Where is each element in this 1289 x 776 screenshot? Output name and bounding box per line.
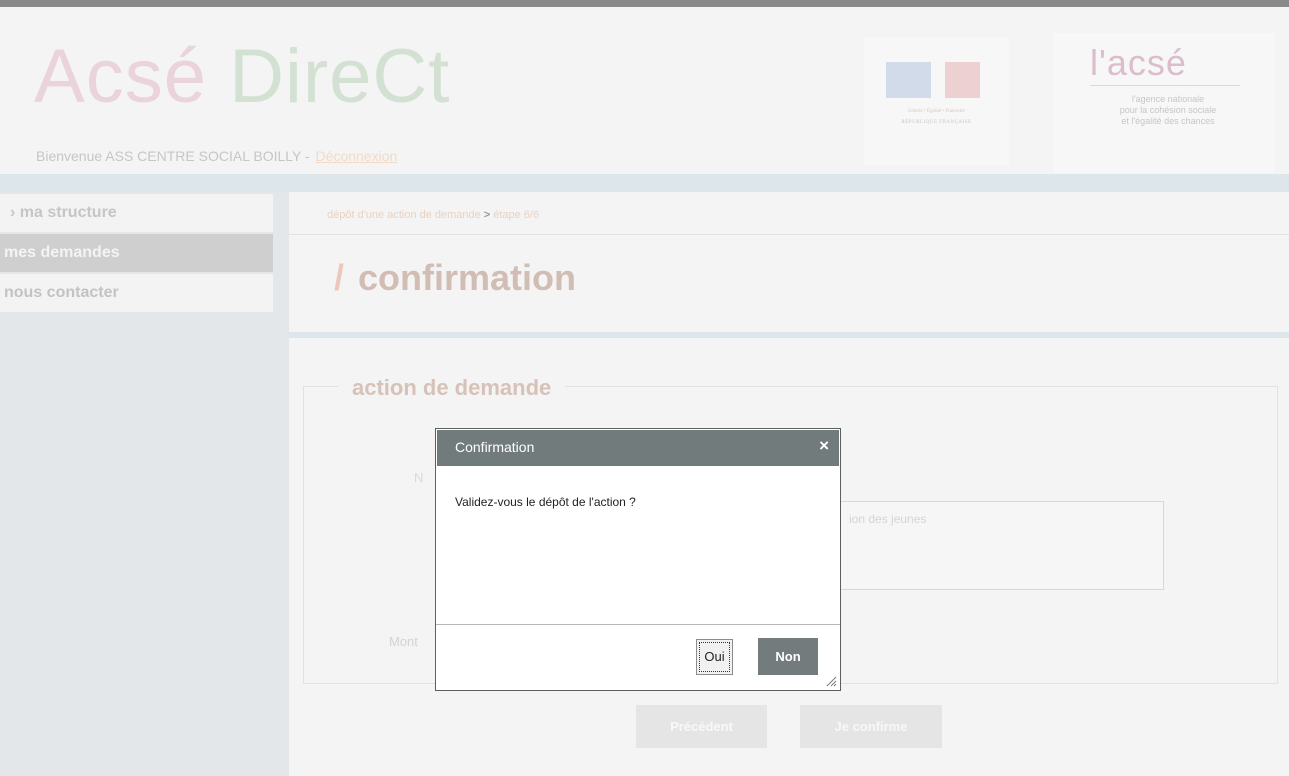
confirm-button[interactable]: Je confirme bbox=[800, 705, 942, 748]
field-label: N bbox=[414, 470, 424, 485]
non-button[interactable]: Non bbox=[758, 638, 818, 675]
breadcrumb-current: étape 6/6 bbox=[493, 209, 540, 221]
page-heading-area: dépôt d'une action de demande > étape 6/6 … bbox=[289, 192, 1289, 332]
oui-button-label: Oui bbox=[699, 642, 730, 672]
welcome-text: Bienvenue ASS CENTRE SOCIAL BOILLY - bbox=[36, 148, 314, 164]
sidebar-item-ma-structure[interactable]: › ma structure bbox=[0, 194, 273, 232]
dialog-message: Validez-vous le dépôt de l'action ? bbox=[455, 495, 636, 509]
breadcrumb-step-link[interactable]: dépôt d'une action de demande bbox=[327, 209, 481, 221]
breadcrumb: dépôt d'une action de demande > étape 6/6 bbox=[327, 209, 539, 221]
close-icon[interactable]: × bbox=[819, 436, 829, 456]
title-slash: / bbox=[334, 257, 345, 298]
description-textarea[interactable]: ion des jeunes bbox=[834, 501, 1164, 590]
sidebar-item-nous-contacter[interactable]: nous contacter bbox=[0, 274, 273, 312]
textarea-text: ion des jeunes bbox=[849, 512, 927, 526]
acse-logo-text: l'acsé bbox=[1090, 42, 1187, 83]
acse-logo: l'acsé l'agence nationale pour la cohési… bbox=[1053, 33, 1275, 173]
dialog-titlebar[interactable]: Confirmation × bbox=[437, 430, 839, 466]
page-title-text: confirmation bbox=[358, 257, 577, 298]
section-title: action de demande bbox=[338, 375, 566, 401]
marianne-flag-icon bbox=[886, 62, 991, 98]
logo-text-part2: DireCt bbox=[229, 34, 451, 119]
welcome-message: Bienvenue ASS CENTRE SOCIAL BOILLY - Déc… bbox=[36, 148, 397, 164]
acse-direct-logo: Acsé DireCt bbox=[34, 34, 450, 120]
logo-text-part1: Acsé bbox=[34, 34, 230, 119]
republique-francaise-logo: Liberté • Égalité • Fraternité RÉPUBLIQU… bbox=[864, 37, 1009, 165]
page-title: / confirmation bbox=[334, 257, 576, 299]
montant-label: Mont bbox=[389, 634, 418, 649]
top-rule bbox=[0, 0, 1289, 7]
rf-motto: Liberté • Égalité • Fraternité bbox=[908, 109, 965, 114]
oui-button[interactable]: Oui bbox=[696, 639, 733, 675]
resize-grip-icon[interactable] bbox=[825, 675, 837, 687]
sidebar: › ma structure mes demandes nous contact… bbox=[0, 174, 289, 776]
logout-link[interactable]: Déconnexion bbox=[316, 148, 398, 164]
rf-name: RÉPUBLIQUE FRANÇAISE bbox=[901, 120, 972, 125]
previous-button[interactable]: Précédent bbox=[636, 705, 767, 748]
dialog-title: Confirmation bbox=[455, 439, 535, 455]
header: Acsé DireCt Bienvenue ASS CENTRE SOCIAL … bbox=[0, 7, 1289, 174]
sidebar-item-mes-demandes[interactable]: mes demandes bbox=[0, 234, 273, 272]
confirmation-dialog: Confirmation × Validez-vous le dépôt de … bbox=[435, 428, 841, 691]
breadcrumb-separator: > bbox=[483, 209, 491, 221]
acse-tagline: l'agence nationale pour la cohésion soci… bbox=[1119, 94, 1217, 126]
